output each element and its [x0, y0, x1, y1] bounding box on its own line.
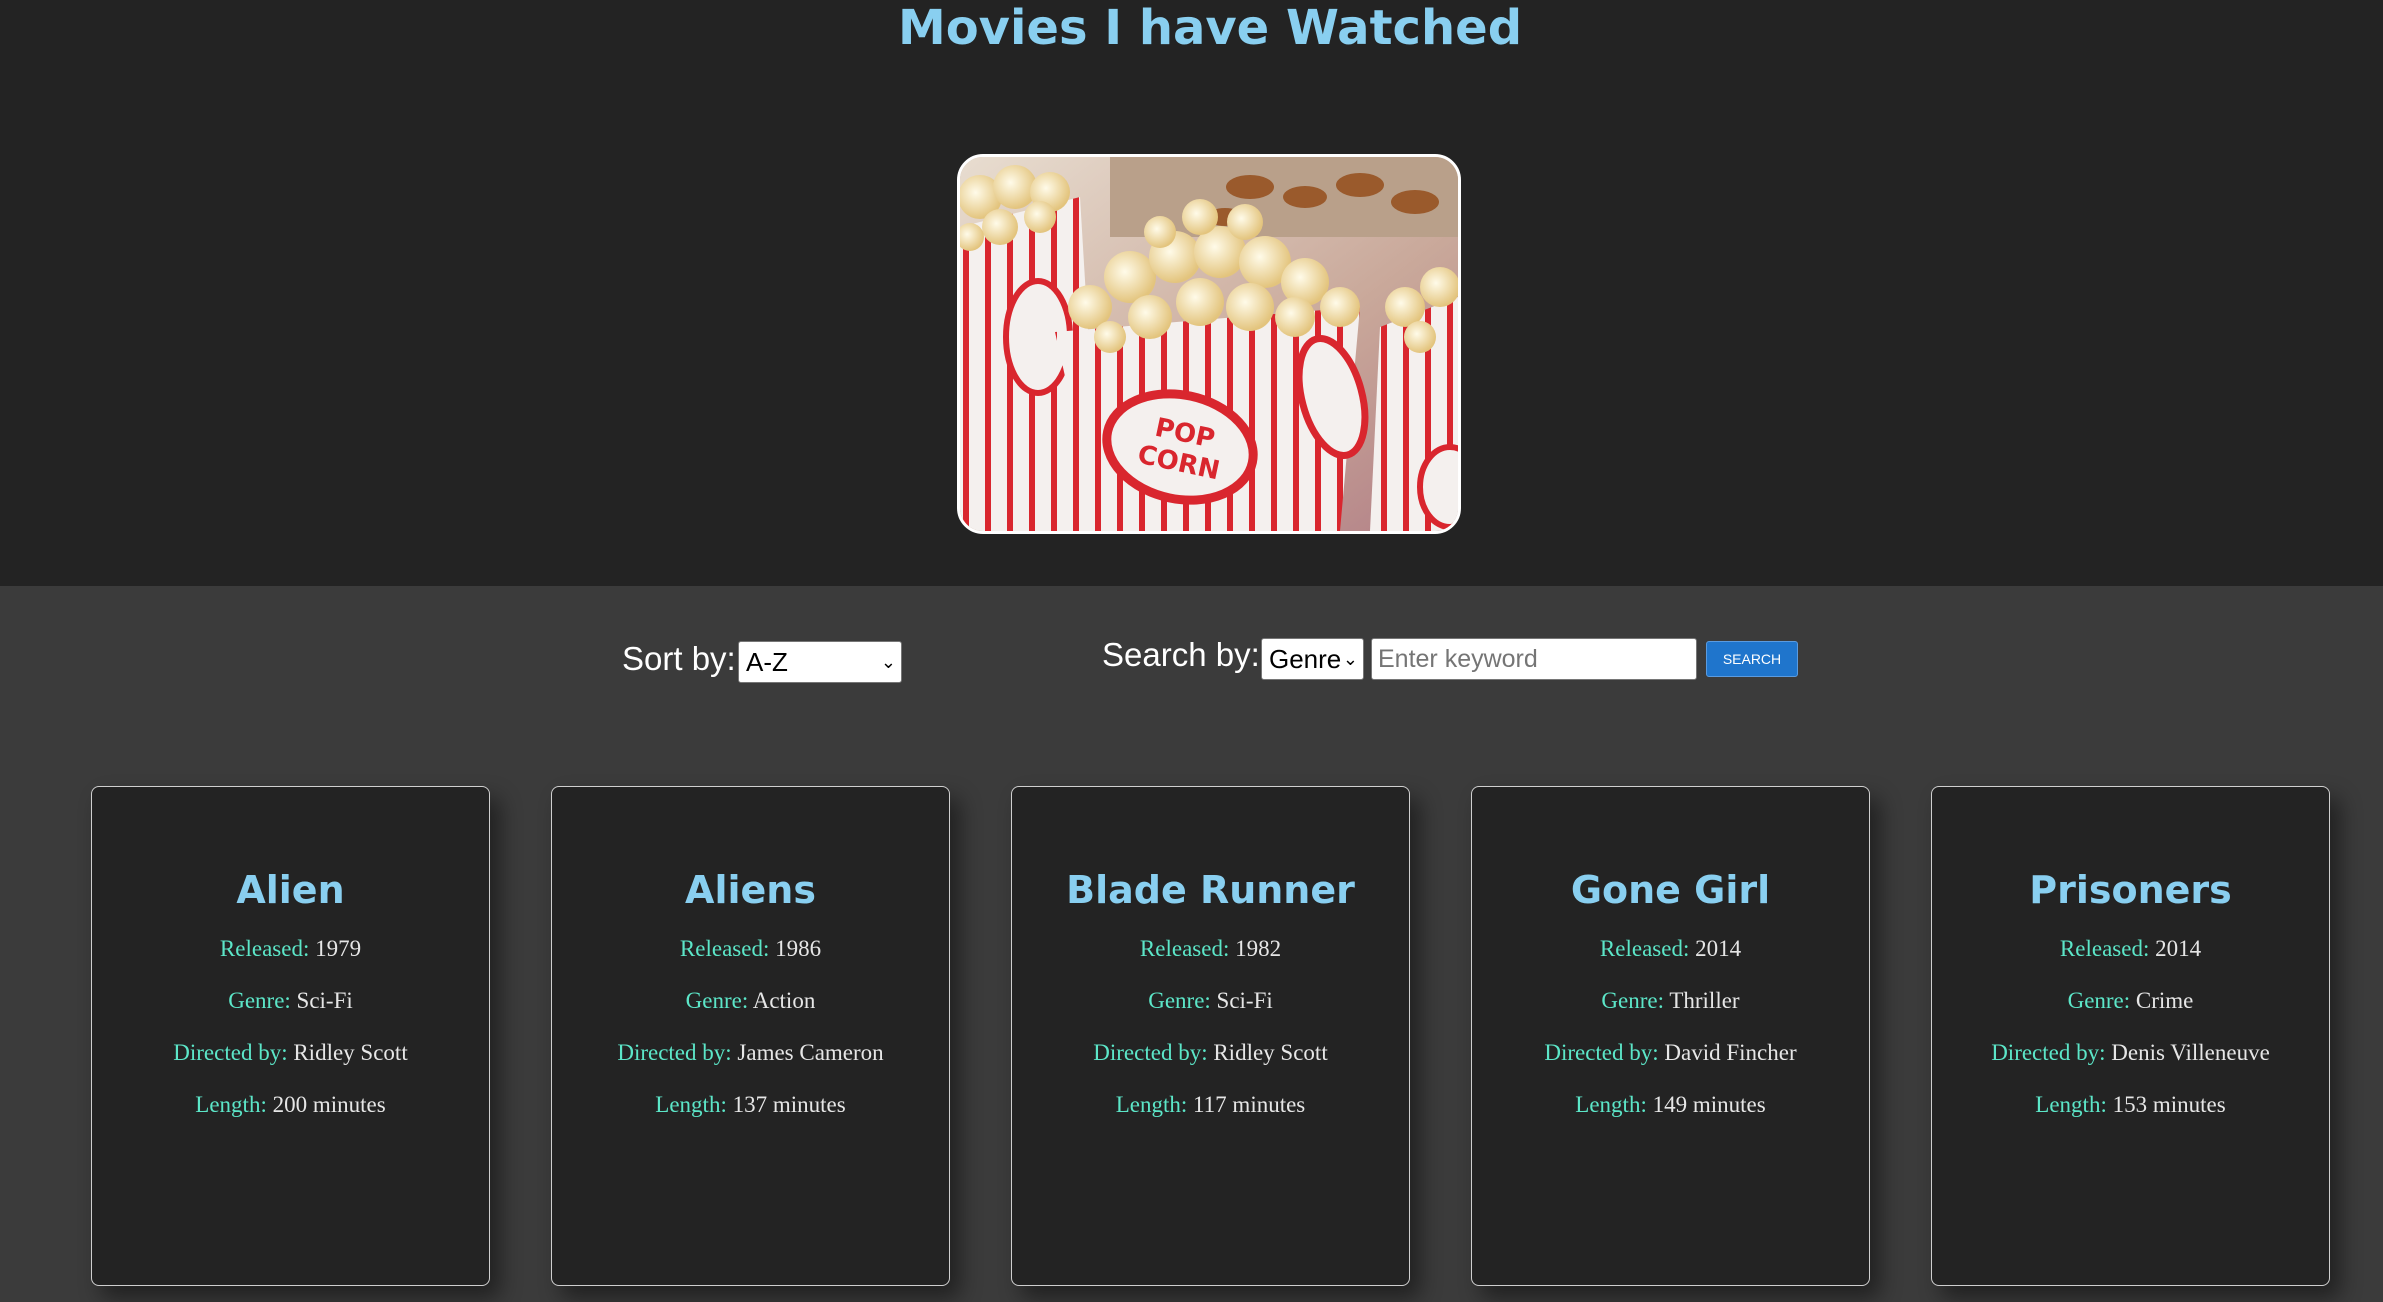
movie-length-line: Length: 153 minutes: [1932, 1091, 2329, 1119]
movie-length-line: Length: 117 minutes: [1012, 1091, 1409, 1119]
movie-length-value: 200 minutes: [272, 1092, 386, 1117]
movie-title: Alien: [236, 868, 345, 912]
movie-director-label: Directed by:: [617, 1040, 732, 1065]
movie-title: Prisoners: [2029, 868, 2232, 912]
search-label: Search by:: [1102, 636, 1260, 673]
movie-released-line: Released: 2014: [1472, 935, 1869, 963]
movie-card[interactable]: Prisoners Released: 2014 Genre: Crime Direc…: [1931, 786, 2330, 1286]
movie-released-line: Released: 1982: [1012, 935, 1409, 963]
sort-select[interactable]: A-Z ⌄: [738, 641, 902, 683]
movie-released-value: 1979: [315, 936, 362, 961]
movie-genre-value: Thriller: [1669, 988, 1740, 1013]
movie-director-line: Directed by: James Cameron: [552, 1039, 949, 1067]
movie-director-value: Ridley Scott: [293, 1040, 408, 1065]
movie-director-value: Ridley Scott: [1213, 1040, 1328, 1065]
search-input[interactable]: [1371, 638, 1697, 680]
movie-released-line: Released: 1979: [92, 935, 489, 963]
movie-length-label: Length:: [2035, 1092, 2107, 1117]
movie-released-line: Released: 2014: [1932, 935, 2329, 963]
movie-genre-label: Genre:: [2067, 988, 2131, 1013]
movie-released-value: 1986: [775, 936, 822, 961]
movie-length-label: Length:: [1575, 1092, 1647, 1117]
movie-released-label: Released:: [2059, 936, 2150, 961]
sort-label: Sort by:: [622, 640, 736, 677]
page-title: Movies I have Watched: [897, 0, 1523, 56]
movie-card[interactable]: Gone Girl Released: 2014 Genre: Thriller Di…: [1471, 786, 1870, 1286]
movie-genre-label: Genre:: [685, 988, 749, 1013]
movie-released-value: 2014: [1695, 936, 1742, 961]
movie-released-label: Released:: [1599, 936, 1690, 961]
movie-length-value: 117 minutes: [1193, 1092, 1306, 1117]
movie-director-value: Denis Villeneuve: [2111, 1040, 2270, 1065]
movie-length-line: Length: 149 minutes: [1472, 1091, 1869, 1119]
movie-length-value: 153 minutes: [2112, 1092, 2226, 1117]
movie-title: Aliens: [685, 868, 816, 912]
popcorn-image: POP CORN: [957, 154, 1461, 534]
movie-genre-label: Genre:: [228, 988, 291, 1013]
movie-genre-value: Action: [752, 988, 816, 1013]
movie-title: Gone Girl: [1570, 868, 1771, 912]
movie-genre-value: Sci-Fi: [1216, 988, 1273, 1013]
search-field-select[interactable]: Genre ⌄: [1261, 638, 1364, 680]
movie-genre-line: Genre: Action: [552, 987, 949, 1015]
search-button[interactable]: SEARCH: [1706, 641, 1798, 677]
movie-genre-line: Genre: Crime: [1932, 987, 2329, 1015]
movie-genre-value: Sci-Fi: [296, 988, 353, 1013]
movie-length-label: Length:: [195, 1092, 267, 1117]
movie-director-label: Directed by:: [1093, 1040, 1208, 1065]
movie-released-value: 1982: [1235, 936, 1282, 961]
movie-director-line: Directed by: Ridley Scott: [92, 1039, 489, 1067]
movie-title: Blade Runner: [1066, 868, 1355, 912]
chevron-down-icon: ⌄: [1342, 649, 1358, 669]
search-field-select-value: Genre: [1269, 644, 1342, 674]
chevron-down-icon: ⌄: [880, 652, 896, 672]
movie-released-label: Released:: [1139, 936, 1230, 961]
movie-genre-label: Genre:: [1148, 988, 1211, 1013]
movie-length-value: 149 minutes: [1652, 1092, 1766, 1117]
movie-length-line: Length: 137 minutes: [552, 1091, 949, 1119]
movie-genre-line: Genre: Sci-Fi: [1012, 987, 1409, 1015]
movie-director-line: Directed by: Ridley Scott: [1012, 1039, 1409, 1067]
movie-length-line: Length: 200 minutes: [92, 1091, 489, 1119]
movie-director-line: Directed by: Denis Villeneuve: [1932, 1039, 2329, 1067]
movie-length-label: Length:: [655, 1092, 727, 1117]
movie-director-value: James Cameron: [737, 1040, 884, 1065]
movie-card[interactable]: Alien Released: 1979 Genre: Sci-Fi Directed…: [91, 786, 490, 1286]
movie-genre-line: Genre: Sci-Fi: [92, 987, 489, 1015]
movie-card[interactable]: Blade Runner Released: 1982 Genre: Sci-Fi D…: [1011, 786, 1410, 1286]
movie-director-label: Directed by:: [173, 1040, 288, 1065]
movie-length-value: 137 minutes: [732, 1092, 846, 1117]
movie-genre-label: Genre:: [1601, 988, 1664, 1013]
movie-released-line: Released: 1986: [552, 935, 949, 963]
movie-length-label: Length:: [1115, 1092, 1188, 1117]
movie-director-label: Directed by:: [1544, 1040, 1659, 1065]
movie-director-line: Directed by: David Fincher: [1472, 1039, 1869, 1067]
movie-director-label: Directed by:: [1991, 1040, 2106, 1065]
movie-released-label: Released:: [679, 936, 770, 961]
movie-released-value: 2014: [2155, 936, 2202, 961]
movie-card[interactable]: Aliens Released: 1986 Genre: Action Directe…: [551, 786, 950, 1286]
sort-select-value: A-Z: [746, 647, 788, 677]
movie-genre-value: Crime: [2135, 988, 2194, 1013]
movie-director-value: David Fincher: [1664, 1040, 1797, 1065]
movie-genre-line: Genre: Thriller: [1472, 987, 1869, 1015]
movie-released-label: Released:: [219, 936, 310, 961]
